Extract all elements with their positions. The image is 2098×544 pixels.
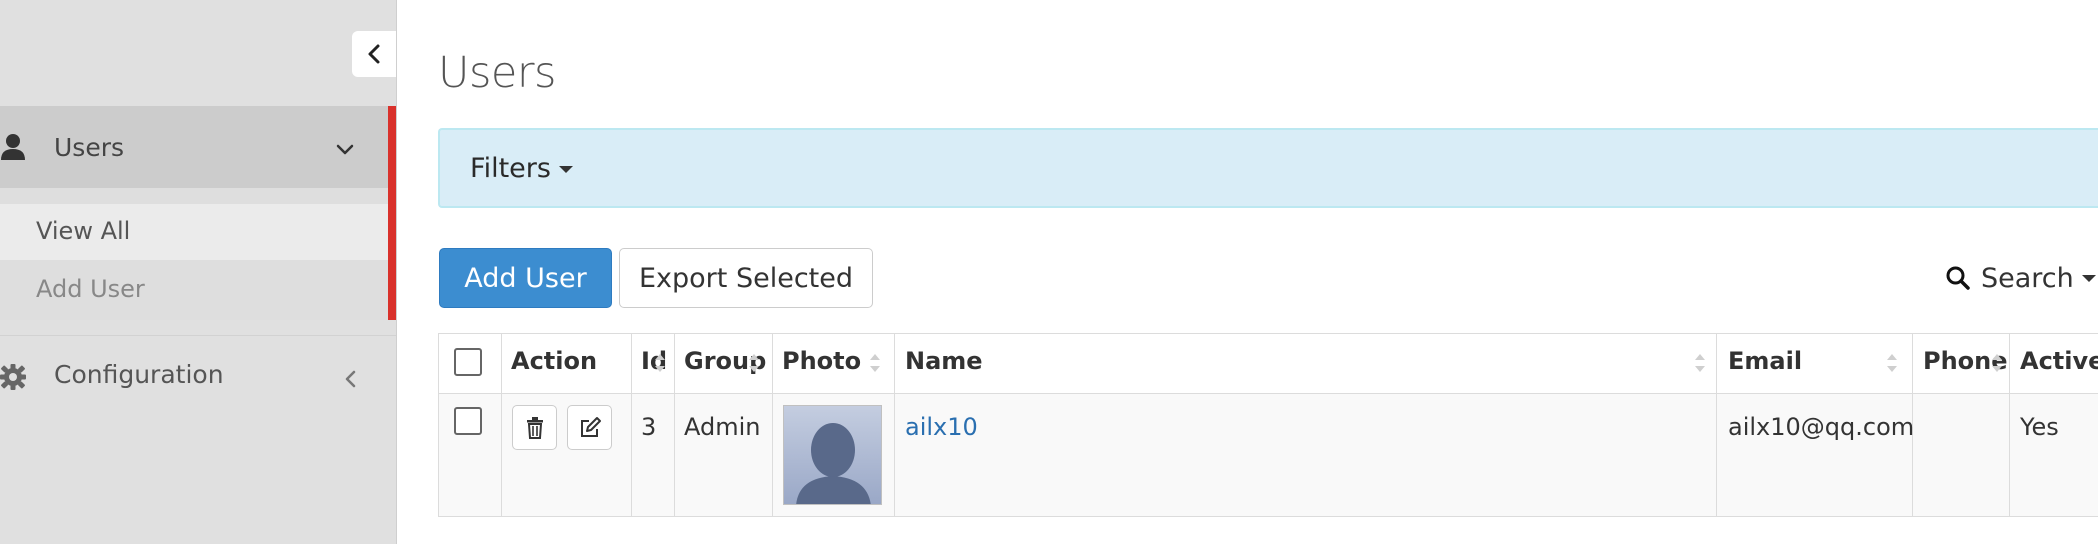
edit-icon	[580, 416, 601, 437]
user-icon	[1, 134, 25, 160]
cell-active: Yes	[2020, 413, 2059, 441]
delete-button[interactable]	[512, 405, 557, 450]
chevron-left-icon	[345, 370, 356, 388]
main-content: Users Filters Add User Export Selected S…	[397, 0, 2098, 544]
chevron-down-icon	[336, 144, 354, 155]
column-header-email[interactable]: Email	[1728, 347, 1802, 375]
sort-icon	[870, 354, 880, 372]
submenu-item-view-all[interactable]: View All	[0, 204, 388, 260]
select-all-checkbox[interactable]	[454, 348, 482, 376]
row-select-checkbox[interactable]	[454, 407, 482, 435]
filters-panel-toggle[interactable]: Filters	[438, 128, 2098, 208]
table-border	[438, 333, 439, 517]
table-border	[438, 393, 2098, 394]
submenu-item-label: Add User	[36, 275, 145, 303]
column-header-photo[interactable]: Photo	[782, 347, 861, 375]
chevron-left-icon	[368, 44, 380, 64]
table-border	[501, 333, 502, 517]
sidebar-item-users-label: Users	[54, 133, 125, 162]
column-header-active[interactable]: Active?	[2020, 347, 2098, 375]
table-border	[772, 333, 773, 517]
submenu-item-label: View All	[36, 217, 131, 245]
sort-icon	[749, 354, 759, 372]
cell-email: ailx10@qq.com	[1728, 413, 1915, 441]
sort-icon	[1887, 354, 1897, 372]
active-indicator	[388, 106, 396, 320]
sort-icon	[1992, 354, 2002, 372]
trash-icon	[526, 416, 543, 439]
table-border	[438, 516, 2098, 517]
page-title: Users	[438, 48, 556, 98]
edit-button[interactable]	[567, 405, 612, 450]
table-row	[438, 393, 2098, 517]
cell-name-link[interactable]: ailx10	[905, 413, 978, 441]
users-submenu: View All Add User	[0, 188, 388, 320]
table-border	[674, 333, 675, 517]
sidebar-item-configuration[interactable]: Configuration	[0, 336, 388, 416]
sort-icon	[1695, 354, 1705, 372]
sidebar-item-configuration-label: Configuration	[54, 360, 224, 389]
sidebar: Users View All Add User Configuration	[0, 0, 397, 544]
caret-down-icon	[558, 166, 573, 173]
sidebar-collapse-button[interactable]	[352, 31, 396, 77]
cell-group: Admin	[684, 413, 761, 441]
column-header-name[interactable]: Name	[905, 347, 983, 375]
export-selected-button[interactable]: Export Selected	[619, 248, 873, 308]
user-photo-avatar	[783, 405, 882, 505]
users-table: Action Id Group Photo Name Email Phone A…	[438, 333, 2098, 517]
search-toggle-button[interactable]: Search	[1945, 258, 2096, 298]
caret-down-icon	[2081, 274, 2096, 282]
add-user-button[interactable]: Add User	[439, 248, 612, 308]
column-header-action: Action	[511, 347, 598, 375]
sidebar-item-users[interactable]: Users	[0, 106, 388, 188]
table-border	[2009, 333, 2010, 517]
sort-icon	[655, 354, 665, 372]
table-border	[1716, 333, 1717, 517]
table-border	[438, 333, 2098, 334]
submenu-item-add-user[interactable]: Add User	[0, 262, 388, 318]
cell-id: 3	[641, 413, 657, 441]
table-border	[631, 333, 632, 517]
search-icon	[1946, 266, 1970, 290]
avatar-placeholder-icon	[796, 423, 871, 504]
filters-label: Filters	[470, 153, 573, 184]
gear-icon	[0, 364, 26, 390]
search-label: Search	[1981, 262, 2074, 294]
table-border	[894, 333, 895, 517]
